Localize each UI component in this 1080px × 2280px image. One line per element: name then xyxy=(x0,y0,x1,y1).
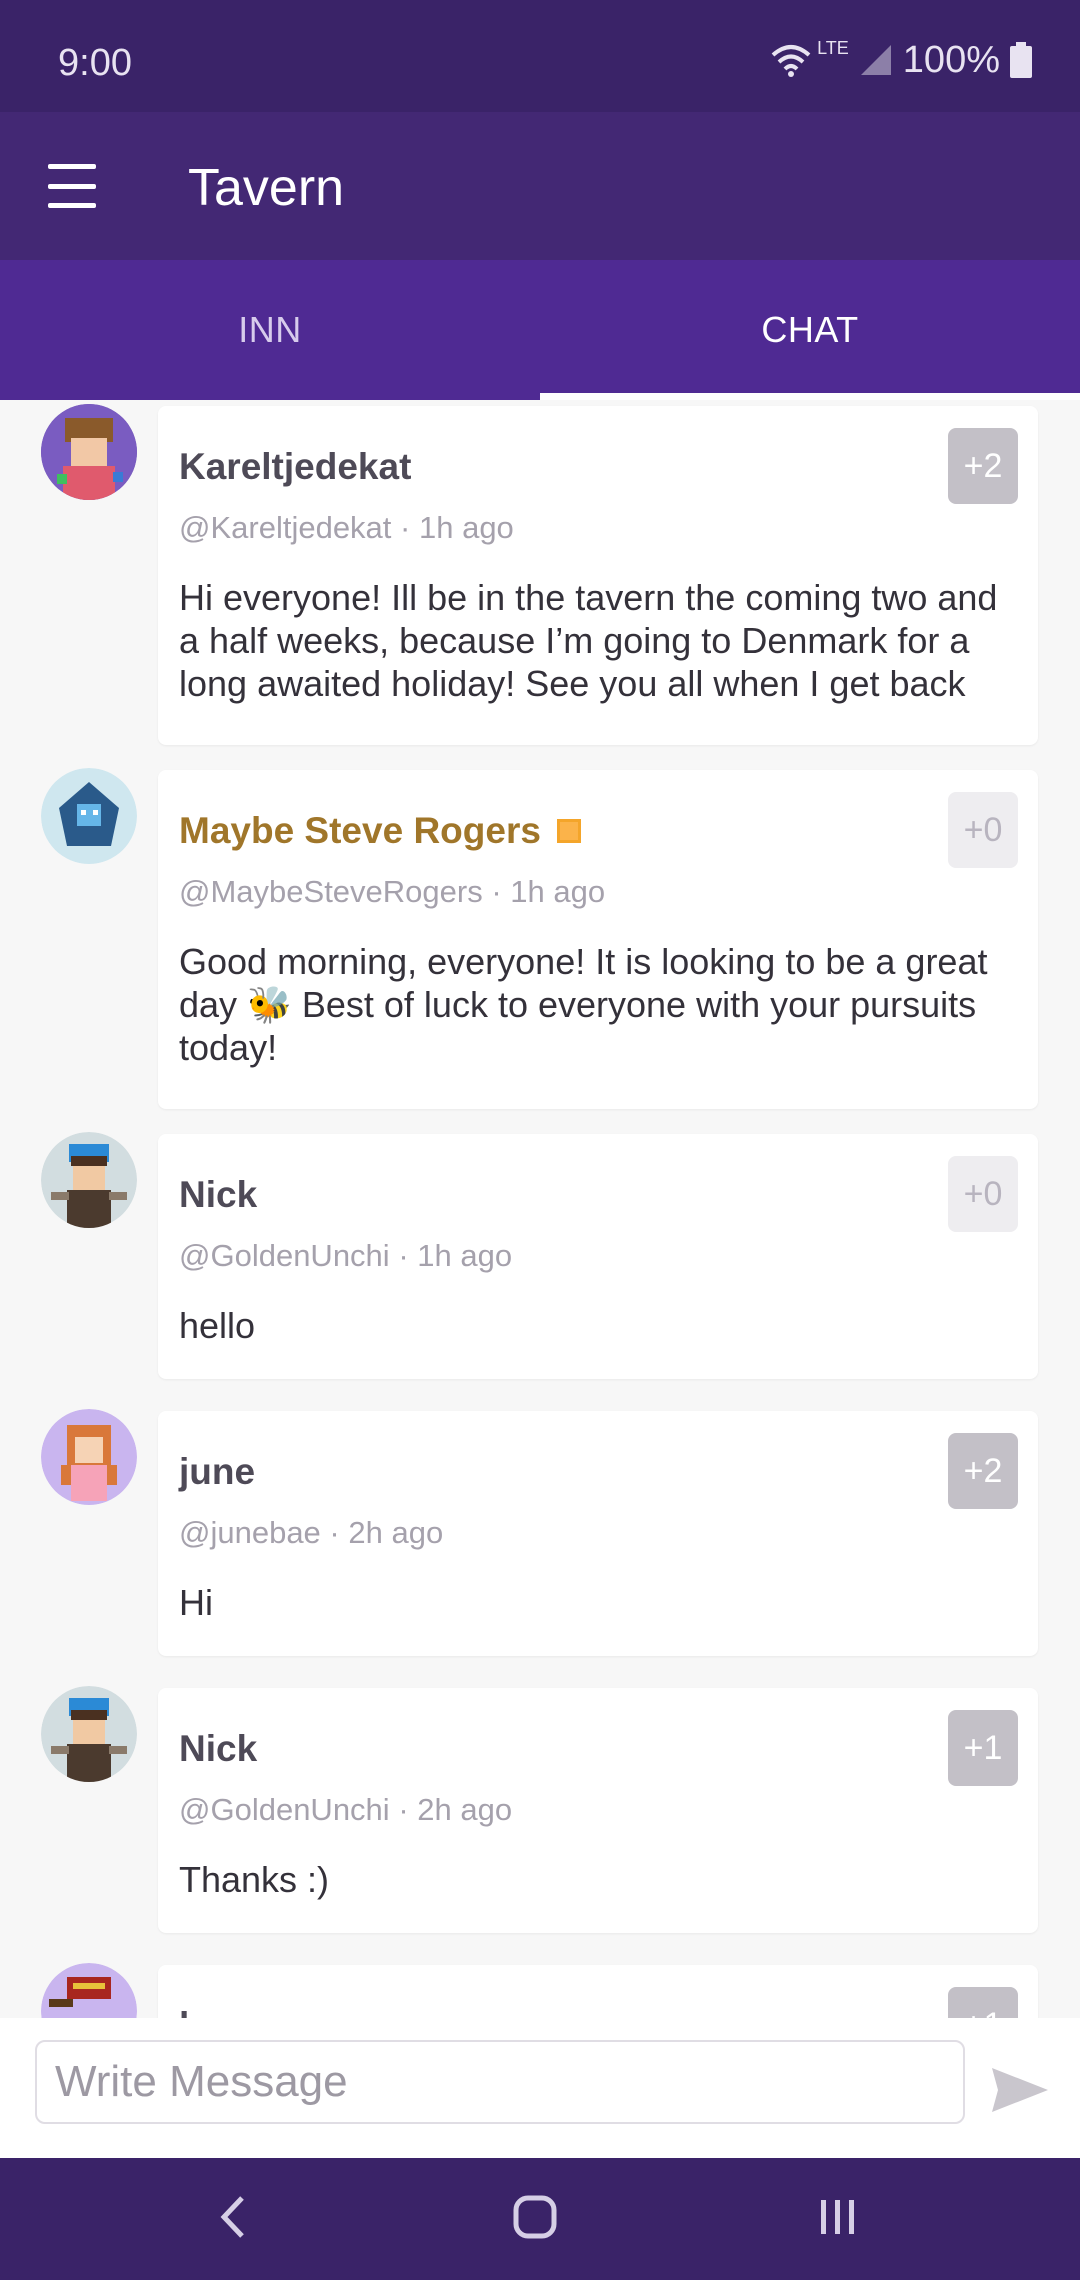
message-username[interactable]: Kareltjedekat xyxy=(179,446,411,488)
like-button[interactable]: +2 xyxy=(948,428,1018,504)
system-nav-bar xyxy=(0,2158,1080,2280)
avatar[interactable] xyxy=(41,1132,137,1228)
message-text: Thanks :) xyxy=(179,1859,330,1900)
like-button[interactable]: +2 xyxy=(948,1433,1018,1509)
chat-feed[interactable]: Kareltjedekat @Kareltjedekat · 1h ago Hi… xyxy=(0,400,1080,2018)
message-composer xyxy=(0,2018,1080,2158)
avatar[interactable] xyxy=(41,1409,137,1505)
message-card: hmvr +1 xyxy=(158,1965,1038,2018)
message-card: Nick @GoldenUnchi · 2h ago Thanks :) +1 xyxy=(158,1688,1038,1933)
message-text: Hi everyone! Ill be in the tavern the co… xyxy=(179,577,998,704)
message-card: Kareltjedekat @Kareltjedekat · 1h ago Hi… xyxy=(158,406,1038,745)
message-text: hello xyxy=(179,1305,256,1346)
signal-icon xyxy=(860,45,891,75)
app-bar: Tavern xyxy=(0,112,1080,260)
send-icon[interactable] xyxy=(988,2058,1052,2122)
like-button[interactable]: +1 xyxy=(948,1710,1018,1786)
like-button[interactable]: +0 xyxy=(948,792,1018,868)
battery-icon xyxy=(1010,42,1032,78)
page-title: Tavern xyxy=(188,159,345,217)
message-meta: @junebae · 2h ago xyxy=(179,1515,444,1550)
avatar[interactable] xyxy=(41,404,137,500)
contributor-badge-icon xyxy=(556,819,581,843)
network-type: LTE xyxy=(817,37,849,58)
avatar[interactable] xyxy=(41,768,137,864)
message-input[interactable] xyxy=(35,2040,965,2124)
message-card: Maybe Steve Rogers @MaybeSteveRogers · 1… xyxy=(158,770,1038,1109)
tab-chat[interactable]: CHAT xyxy=(540,260,1080,400)
status-bar: 9:00 LTE 100% xyxy=(0,0,1080,112)
hamburger-menu-icon[interactable] xyxy=(34,156,110,216)
message-username[interactable]: Maybe Steve Rogers xyxy=(179,810,581,852)
message-card: june @junebae · 2h ago Hi +2 xyxy=(158,1411,1038,1656)
message-username[interactable]: Nick xyxy=(179,1728,257,1770)
message-card: Nick @GoldenUnchi · 1h ago hello +0 xyxy=(158,1134,1038,1379)
message-meta: @GoldenUnchi · 2h ago xyxy=(179,1792,513,1827)
message-meta: @MaybeSteveRogers · 1h ago xyxy=(179,874,606,909)
tab-inn[interactable]: INN xyxy=(0,260,540,400)
message-meta: @GoldenUnchi · 1h ago xyxy=(179,1238,513,1273)
avatar[interactable] xyxy=(41,1963,137,2018)
message-text: Good morning, everyone! It is looking to… xyxy=(179,941,988,1068)
status-time: 9:00 xyxy=(58,42,132,84)
battery-percent: 100% xyxy=(902,38,1000,81)
like-button[interactable]: +0 xyxy=(948,1156,1018,1232)
message-username[interactable]: hmvr xyxy=(179,2005,269,2018)
recent-apps-icon[interactable] xyxy=(798,2182,878,2252)
message-meta: @Kareltjedekat · 1h ago xyxy=(179,510,514,545)
message-username[interactable]: june xyxy=(179,1451,255,1493)
avatar[interactable] xyxy=(41,1686,137,1782)
status-icons: LTE 100% xyxy=(771,37,1032,81)
tab-bar: INN CHAT xyxy=(0,260,1080,400)
like-button[interactable]: +1 xyxy=(948,1987,1018,2018)
message-text: Hi xyxy=(179,1582,213,1623)
back-icon[interactable] xyxy=(192,2182,272,2252)
home-icon[interactable] xyxy=(495,2182,575,2252)
wifi-icon xyxy=(771,45,811,77)
message-username[interactable]: Nick xyxy=(179,1174,257,1216)
